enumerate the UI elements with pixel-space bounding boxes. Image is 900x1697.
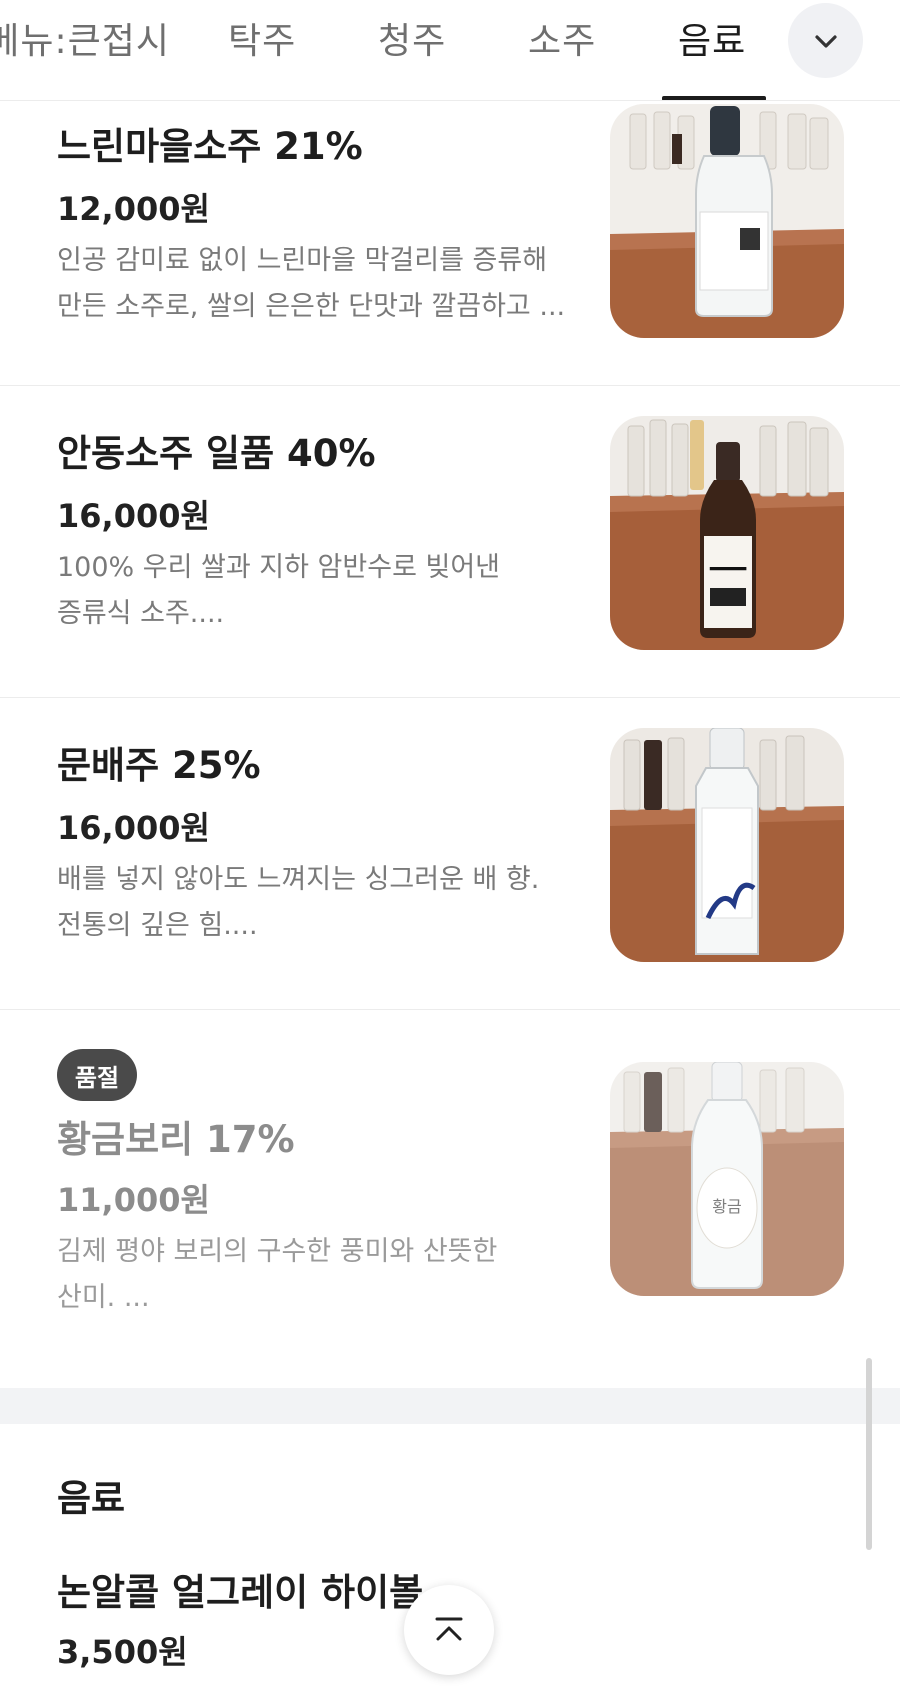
product-photo [610, 728, 844, 962]
product-price: 16,000원 [57, 809, 210, 847]
tab-seasonal[interactable]: 계절메뉴:큰접시 [0, 12, 170, 64]
arrow-up-to-top-icon [435, 1617, 463, 1641]
product-description: 인공 감미료 없이 느린마을 막걸리를 증류해 만든 소주로, 쌀의 은은한 단… [57, 245, 566, 322]
product-name: 느린마을소주 21% [57, 125, 363, 168]
product-description: 김제 평야 보리의 구수한 풍미와 산뜻한 산미. ... [57, 1236, 498, 1313]
product-photo: 황금 [610, 1062, 844, 1296]
product-price: 11,000원 [57, 1181, 210, 1219]
product-name[interactable]: 논알콜 얼그레이 하이볼 [57, 1562, 423, 1616]
product-price: 16,000원 [57, 497, 210, 535]
product-item[interactable]: 느린마을소주 21% 12,000원 인공 감미료 없이 느린마을 막걸리를 증… [0, 100, 900, 386]
product-description: 배를 넣지 않아도 느껴지는 싱그러운 배 향. 전통의 깊은 힘.... [57, 864, 540, 941]
svg-text:황금: 황금 [712, 1197, 741, 1216]
tab-drinks[interactable]: 음료 [678, 12, 746, 64]
soldout-badge: 품절 [57, 1049, 137, 1101]
product-description: 100% 우리 쌀과 지하 암반수로 빚어낸 증류식 소주.... [57, 552, 501, 629]
product-price: 12,000원 [57, 190, 210, 228]
category-tab-bar: 계절메뉴:큰접시 탁주 청주 소주 음료 [0, 0, 900, 101]
product-item[interactable]: 안동소주 일품 40% 16,000원 100% 우리 쌀과 지하 암반수로 빚… [0, 385, 900, 698]
product-name: 안동소주 일품 40% [57, 432, 376, 475]
scrollbar[interactable] [866, 1358, 872, 1550]
svg-text:一: 一 [708, 548, 748, 594]
expand-categories-button[interactable] [788, 3, 863, 78]
section-title: 음료 [57, 1477, 126, 1520]
section-divider [0, 1388, 900, 1424]
product-item[interactable]: 문배주 25% 16,000원 배를 넣지 않아도 느껴지는 싱그러운 배 향.… [0, 697, 900, 1010]
chevron-down-icon [814, 34, 837, 48]
scroll-to-top-button[interactable] [404, 1585, 494, 1675]
product-name: 문배주 25% [57, 744, 261, 787]
tab-cheongju[interactable]: 청주 [378, 12, 446, 64]
product-name: 황금보리 17% [57, 1118, 295, 1161]
product-photo: 一 [610, 416, 844, 650]
product-item-soldout[interactable]: 품절 황금보리 17% 11,000원 김제 평야 보리의 구수한 풍미와 산뜻… [0, 1009, 900, 1334]
product-price: 3,500원 [57, 1633, 188, 1671]
tab-soju[interactable]: 소주 [528, 12, 596, 64]
product-photo [610, 104, 844, 338]
tab-takju[interactable]: 탁주 [228, 12, 296, 64]
